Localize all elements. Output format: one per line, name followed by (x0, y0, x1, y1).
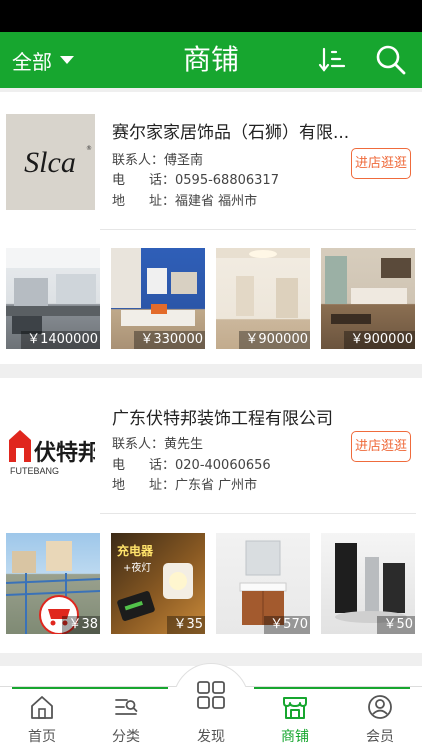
filter-dropdown[interactable]: 全部 (12, 32, 74, 88)
product-thumb[interactable]: ￥900000 (321, 248, 415, 349)
caret-down-icon (60, 56, 74, 64)
product-thumb[interactable]: 充电器 +夜灯 ￥35 (111, 533, 205, 634)
contact-row: 联系人：傅圣南 (112, 153, 204, 168)
address-value: 福建省 福州市 (175, 194, 258, 209)
svg-text:充电器: 充电器 (117, 543, 154, 558)
address-value: 广东省 广州市 (175, 478, 258, 493)
shop-name[interactable]: 赛尔家家居饰品（石狮）有限... (112, 118, 352, 143)
divider (100, 513, 416, 514)
product-price: ￥570 (264, 616, 310, 634)
member-icon (368, 695, 392, 719)
divider (100, 229, 416, 230)
nav-item-shop[interactable]: 商铺 (253, 686, 337, 750)
home-icon (31, 696, 53, 719)
svg-text:Slca: Slca (24, 146, 76, 179)
product-thumb[interactable]: ￥900000 (216, 248, 310, 349)
product-price: ￥900000 (344, 331, 415, 349)
product-price: ￥900000 (239, 331, 310, 349)
product-price: ￥35 (167, 616, 205, 634)
phone-value: 020-40060656 (175, 458, 271, 473)
category-icon (115, 699, 138, 715)
nav-label: 分类 (112, 729, 140, 745)
svg-text:®: ® (86, 145, 92, 152)
search-icon[interactable] (375, 44, 407, 76)
shop-card[interactable]: Slca ® 赛尔家家居饰品（石狮）有限... 联系人：傅圣南 电话：0595-… (0, 92, 422, 364)
product-price: ￥1400000 (21, 331, 100, 349)
phone-row: 电话：0595-68806317 (112, 173, 279, 188)
nav-item-discover[interactable]: 发现 (169, 672, 253, 745)
product-thumb[interactable]: ￥1400000 (6, 248, 100, 349)
product-price: ￥38 (62, 616, 100, 634)
nav-label: 会员 (366, 729, 394, 745)
filter-label: 全部 (12, 49, 52, 74)
shop-card[interactable]: 伏特邦 FUTEBANG 广东伏特邦装饰工程有限公司 联系人：黄先生 电话：02… (0, 378, 422, 653)
discover-grid-icon (197, 681, 225, 709)
nav-item-member[interactable]: 会员 (338, 686, 422, 750)
shop-icon (283, 697, 307, 719)
contact-value: 傅圣南 (164, 153, 204, 168)
svg-text:+夜灯: +夜灯 (123, 561, 151, 574)
address-row: 地址：广东省 广州市 (112, 478, 258, 493)
top-bar: 全部 商铺 (0, 32, 422, 88)
product-thumb[interactable]: ￥38 (6, 533, 100, 634)
visit-shop-button[interactable]: 进店逛逛 (351, 431, 411, 462)
shop-logo: 伏特邦 FUTEBANG (6, 400, 95, 496)
status-bar (0, 0, 422, 32)
sort-icon[interactable] (318, 46, 346, 74)
svg-text:伏特邦: 伏特邦 (34, 440, 95, 466)
nav-label: 商铺 (281, 729, 309, 745)
contact-value: 黄先生 (164, 437, 204, 452)
nav-item-home[interactable]: 首页 (0, 686, 84, 750)
shop-logo: Slca ® (6, 114, 95, 210)
phone-value: 0595-68806317 (175, 173, 279, 188)
svg-text:FUTEBANG: FUTEBANG (10, 466, 59, 476)
product-price: ￥50 (377, 616, 415, 634)
shop-name[interactable]: 广东伏特邦装饰工程有限公司 (112, 404, 352, 429)
visit-shop-button[interactable]: 进店逛逛 (351, 148, 411, 179)
nav-item-category[interactable]: 分类 (84, 686, 168, 750)
product-thumb[interactable]: ￥570 (216, 533, 310, 634)
nav-label: 首页 (28, 729, 56, 745)
product-thumb[interactable]: ￥330000 (111, 248, 205, 349)
nav-label: 发现 (197, 729, 225, 745)
product-thumb[interactable]: ￥50 (321, 533, 415, 634)
contact-row: 联系人：黄先生 (112, 437, 204, 452)
product-price: ￥330000 (134, 331, 205, 349)
address-row: 地址：福建省 福州市 (112, 194, 258, 209)
phone-row: 电话：020-40060656 (112, 458, 271, 473)
